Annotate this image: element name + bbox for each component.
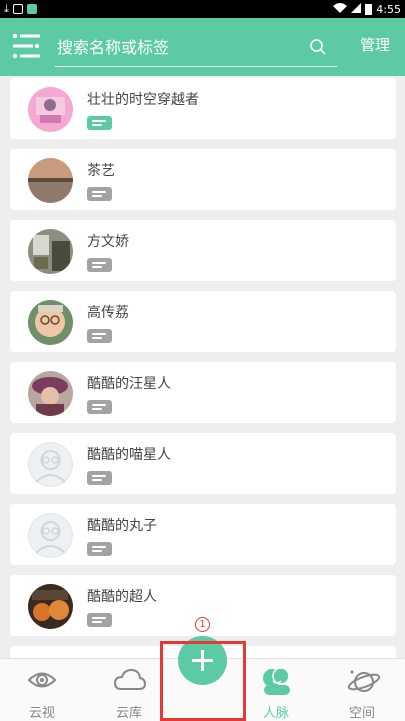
status-bar: ⤓ 4:55 xyxy=(0,0,405,18)
contact-item[interactable]: 酷酷的喵星人 xyxy=(10,433,396,494)
tag-icon[interactable] xyxy=(87,116,112,130)
contact-item[interactable]: 茶艺 xyxy=(10,149,396,210)
nav-label: 空间 xyxy=(348,706,375,721)
app-notification-icon xyxy=(26,4,37,14)
tag-icon[interactable] xyxy=(87,542,112,556)
contact-name: 壮壮的时空穿越者 xyxy=(87,92,199,108)
contact-list: 壮壮的时空穿越者 茶艺 方文娇 高传荔 酷酷的汪星人 酷酷的喵星人 酷酷的丸子 … xyxy=(0,76,405,658)
planet-icon xyxy=(347,670,381,692)
tag-icon[interactable] xyxy=(87,187,112,201)
tag-icon[interactable] xyxy=(87,400,112,414)
sunset-photo-avatar xyxy=(28,158,73,203)
nav-tab-space[interactable]: 空间 xyxy=(322,659,402,721)
search-input[interactable] xyxy=(57,33,297,61)
contact-name: 茶艺 xyxy=(87,163,115,179)
shield-icon xyxy=(12,4,23,14)
contact-name: 方文娇 xyxy=(87,234,129,250)
menu-icon[interactable] xyxy=(12,31,42,61)
manage-button[interactable]: 管理 xyxy=(360,34,390,55)
contact-name: 高传荔 xyxy=(87,305,129,321)
contact-item[interactable]: 高传荔 xyxy=(10,291,396,352)
nav-tab-cloud-library[interactable]: 云库 xyxy=(89,659,169,721)
tag-icon[interactable] xyxy=(87,329,112,343)
tag-icon[interactable] xyxy=(87,471,112,485)
search-icon[interactable] xyxy=(309,38,327,56)
tag-icon[interactable] xyxy=(87,258,112,272)
contact-name: 酷酷的汪星人 xyxy=(87,376,171,392)
baby-photo-avatar xyxy=(28,300,73,345)
battery-icon xyxy=(365,3,373,15)
people-icon xyxy=(263,667,290,695)
nav-label: 人脉 xyxy=(262,706,289,721)
contact-item[interactable]: 方文娇 xyxy=(10,220,396,281)
contact-name: 酷酷的喵星人 xyxy=(87,447,171,463)
wifi-icon xyxy=(333,2,348,16)
clock-time: 4:55 xyxy=(376,2,401,16)
room-photo-avatar xyxy=(28,229,73,274)
top-bar: 管理 xyxy=(0,18,405,76)
annotation-number: 1 xyxy=(195,617,210,632)
nav-tab-contacts[interactable]: 人脉 xyxy=(236,659,316,721)
default-avatar xyxy=(28,513,73,558)
highlight-box xyxy=(160,641,246,721)
tag-icon[interactable] xyxy=(87,613,112,627)
contact-item[interactable]: 酷酷的丸子 xyxy=(10,504,396,565)
hat-photo-avatar xyxy=(28,371,73,416)
signal-icon xyxy=(351,2,362,16)
eye-icon xyxy=(27,672,57,688)
contact-name: 酷酷的超人 xyxy=(87,589,157,605)
download-icon: ⤓ xyxy=(4,2,9,15)
nav-label: 云视 xyxy=(28,706,55,721)
nav-label: 云库 xyxy=(115,706,142,721)
nav-tab-cloud-view[interactable]: 云视 xyxy=(2,659,82,721)
pink-photo-avatar xyxy=(28,87,73,132)
cloud-icon xyxy=(114,668,146,690)
search-bar[interactable] xyxy=(55,27,337,67)
pumpkin-photo-avatar xyxy=(28,584,73,629)
contact-item[interactable]: 壮壮的时空穿越者 xyxy=(10,78,396,139)
default-avatar xyxy=(28,442,73,487)
contact-name: 酷酷的丸子 xyxy=(87,518,157,534)
contact-item[interactable]: 酷酷的汪星人 xyxy=(10,362,396,423)
